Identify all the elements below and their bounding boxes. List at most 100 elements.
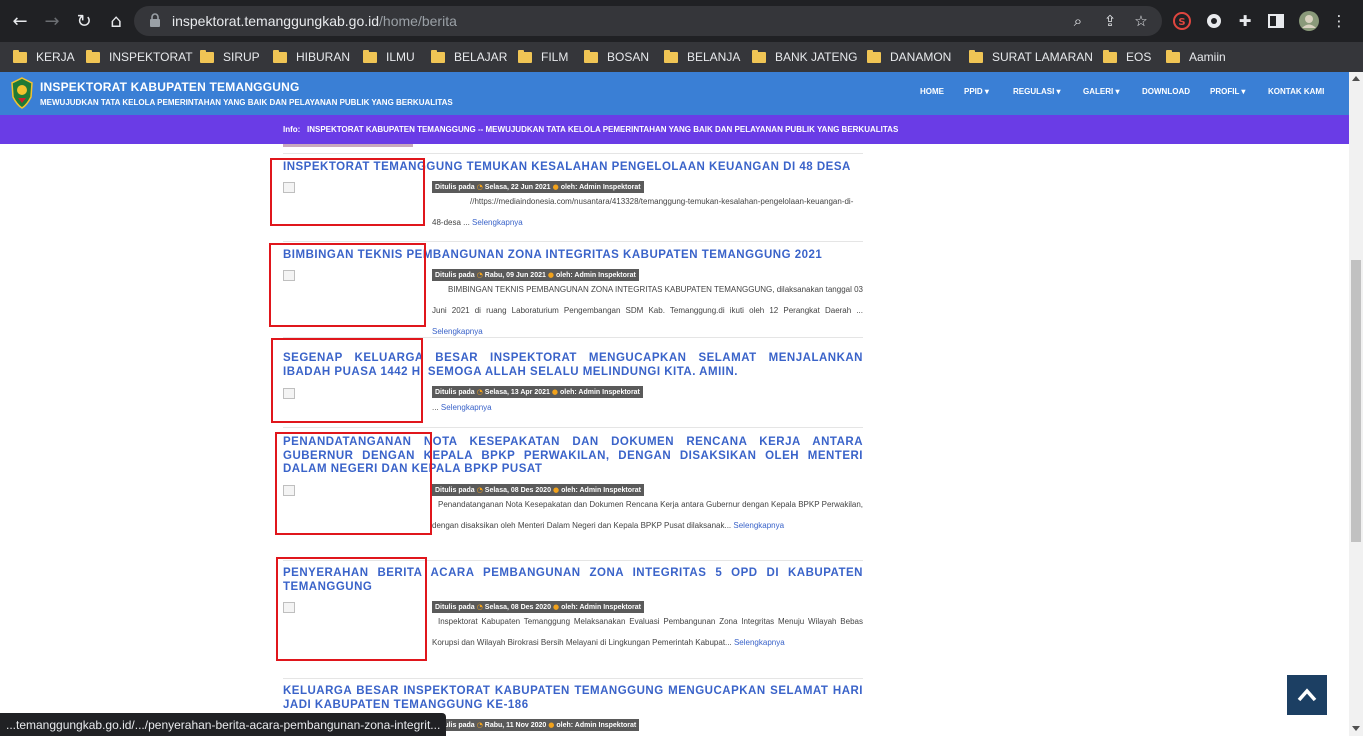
back-to-top-button[interactable] xyxy=(1287,675,1327,715)
forward-arrow-icon[interactable]: → xyxy=(40,9,64,33)
regency-emblem-logo[interactable] xyxy=(10,77,34,109)
nav-download[interactable]: DOWNLOAD xyxy=(1142,87,1190,96)
bookmark-kerja[interactable]: KERJA xyxy=(13,42,75,72)
bookmark-label: INSPEKTORAT xyxy=(109,50,193,64)
user-icon: ● xyxy=(551,388,559,396)
read-more-link[interactable]: Selengkapnya xyxy=(441,403,492,412)
back-arrow-icon[interactable]: ← xyxy=(8,9,32,33)
folder-icon xyxy=(363,49,377,63)
nav-galeri[interactable]: GALERI ▾ xyxy=(1083,87,1119,96)
folder-icon xyxy=(273,49,287,63)
svg-text:S: S xyxy=(1178,17,1185,28)
article-date: Selasa, 22 Jun 2021 xyxy=(484,183,551,191)
url-domain: inspektorat.temanggungkab.go.id xyxy=(172,13,380,29)
bookmark-danamon[interactable]: DANAMON xyxy=(867,42,951,72)
clock-icon: ◔ xyxy=(476,486,483,494)
bookmark-bank-jateng[interactable]: BANK JATENG xyxy=(752,42,857,72)
bookmark-label: FILM xyxy=(541,50,569,64)
bookmark-label: SURAT LAMARAN xyxy=(992,50,1093,64)
site-tagline: MEWUJUDKAN TATA KELOLA PEMERINTAHAN YANG… xyxy=(40,98,453,107)
article-date: Selasa, 13 Apr 2021 xyxy=(484,388,550,396)
meta-label: Ditulis pada xyxy=(435,388,475,396)
folder-icon xyxy=(431,49,445,63)
profile-avatar-icon[interactable] xyxy=(1298,10,1320,32)
read-more-link[interactable]: Selengkapnya xyxy=(734,638,785,647)
site-title[interactable]: INSPEKTORAT KABUPATEN TEMANGGUNG xyxy=(40,80,300,94)
bookmark-sirup[interactable]: SIRUP xyxy=(200,42,260,72)
clock-icon: ◔ xyxy=(476,721,483,729)
link-status-bubble: ...temanggungkab.go.id/.../penyerahan-be… xyxy=(0,713,447,736)
bookmark-inspektorat[interactable]: INSPEKTORAT xyxy=(86,42,193,72)
highlight-box xyxy=(270,158,425,226)
clock-icon: ◔ xyxy=(476,388,483,396)
url-text[interactable]: inspektorat.temanggungkab.go.id/home/ber… xyxy=(172,13,457,29)
url-path: /home/berita xyxy=(379,13,457,29)
meta-label: Ditulis pada xyxy=(435,486,475,494)
article-meta: Ditulis pada ◔ Rabu, 11 Nov 2020 ● oleh: Adm… xyxy=(432,719,640,731)
nav-ppid[interactable]: PPID ▾ xyxy=(964,87,989,96)
highlight-box xyxy=(276,557,427,661)
home-icon[interactable]: ⌂ xyxy=(104,9,128,33)
article-date: Rabu, 09 Jun 2021 xyxy=(484,271,546,279)
read-more-link[interactable]: Selengkapnya xyxy=(733,521,784,530)
article-excerpt: BIMBINGAN TEKNIS PEMBANGUNAN ZONA INTEGR… xyxy=(432,279,863,342)
nav-regulasi[interactable]: REGULASI ▾ xyxy=(1013,87,1061,96)
read-more-link[interactable]: Selengkapnya xyxy=(432,327,483,336)
folder-icon xyxy=(200,49,214,63)
scrollbar-thumb[interactable] xyxy=(1351,260,1361,542)
info-label: Info: xyxy=(283,125,301,134)
excerpt-text: Penandatanganan Nota Kesepakatan dan Dok… xyxy=(432,500,863,530)
share-icon[interactable]: ⇪ xyxy=(1100,11,1120,31)
divider xyxy=(283,241,863,242)
article-excerpt: ... Selengkapnya xyxy=(432,397,863,418)
read-more-link[interactable]: Selengkapnya xyxy=(472,218,523,227)
scroll-down-arrow-icon[interactable] xyxy=(1352,726,1360,731)
folder-icon xyxy=(664,49,678,63)
article-author: oleh: Admin Inspektorat xyxy=(560,388,640,396)
lock-icon xyxy=(150,13,160,27)
bookmark-eos[interactable]: EOS xyxy=(1103,42,1151,72)
article-author: oleh: Admin Inspektorat xyxy=(560,183,641,191)
extension-s-icon[interactable]: S xyxy=(1171,10,1193,32)
article-author: oleh: Admin Inspektorat xyxy=(556,721,637,729)
folder-icon xyxy=(86,49,100,63)
bookmark-star-icon[interactable]: ☆ xyxy=(1131,11,1151,31)
info-message: INSPEKTORAT KABUPATEN TEMANGGUNG -- MEWU… xyxy=(307,125,899,134)
extension-c-icon[interactable] xyxy=(1203,10,1225,32)
highlight-box xyxy=(269,243,426,327)
bookmark-ilmu[interactable]: ILMU xyxy=(363,42,415,72)
bookmark-label: BANK JATENG xyxy=(775,50,858,64)
nav-profil[interactable]: PROFIL ▾ xyxy=(1210,87,1245,96)
excerpt-text: BIMBINGAN TEKNIS PEMBANGUNAN ZONA INTEGR… xyxy=(432,285,863,315)
folder-icon xyxy=(1103,49,1117,63)
bookmark-aamiin[interactable]: Aamiin xyxy=(1166,42,1226,72)
bookmark-film[interactable]: FILM xyxy=(518,42,568,72)
chevron-up-icon xyxy=(1297,688,1317,702)
clock-icon: ◔ xyxy=(476,183,483,191)
reload-icon[interactable]: ↻ xyxy=(72,9,96,33)
news-list: INSPEKTORAT TEMANGGUNG TEMUKAN KESALAHAN… xyxy=(0,144,1349,736)
bookmark-surat-lamaran[interactable]: SURAT LAMARAN xyxy=(969,42,1093,72)
folder-icon xyxy=(969,49,983,63)
bookmark-belajar[interactable]: BELAJAR xyxy=(431,42,507,72)
divider xyxy=(283,678,863,679)
zoom-icon[interactable]: ⌕ xyxy=(1068,11,1088,31)
user-icon: ● xyxy=(548,721,555,729)
user-icon: ● xyxy=(552,603,560,611)
bookmark-label: KERJA xyxy=(36,50,75,64)
page-scrollbar[interactable] xyxy=(1349,72,1363,736)
menu-kebab-icon[interactable]: ⋮ xyxy=(1328,10,1350,32)
article-excerpt: Penandatanganan Nota Kesepakatan dan Dok… xyxy=(432,494,863,536)
bookmark-hiburan[interactable]: HIBURAN xyxy=(273,42,350,72)
side-panel-icon[interactable] xyxy=(1265,10,1287,32)
nav-kontak-kami[interactable]: KONTAK KAMI xyxy=(1268,87,1324,96)
bookmark-belanja[interactable]: BELANJA xyxy=(664,42,740,72)
user-icon: ● xyxy=(547,271,554,279)
bookmark-bosan[interactable]: BOSAN xyxy=(584,42,649,72)
extensions-puzzle-icon[interactable]: ✚ xyxy=(1234,10,1256,32)
nav-home[interactable]: HOME xyxy=(920,87,944,96)
article-title[interactable]: KELUARGA BESAR INSPEKTORAT KABUPATEN TEM… xyxy=(283,685,863,712)
scroll-up-arrow-icon[interactable] xyxy=(1352,76,1360,81)
info-ticker-text: Info: INSPEKTORAT KABUPATEN TEMANGGUNG -… xyxy=(283,125,898,134)
bookmark-label: HIBURAN xyxy=(296,50,351,64)
